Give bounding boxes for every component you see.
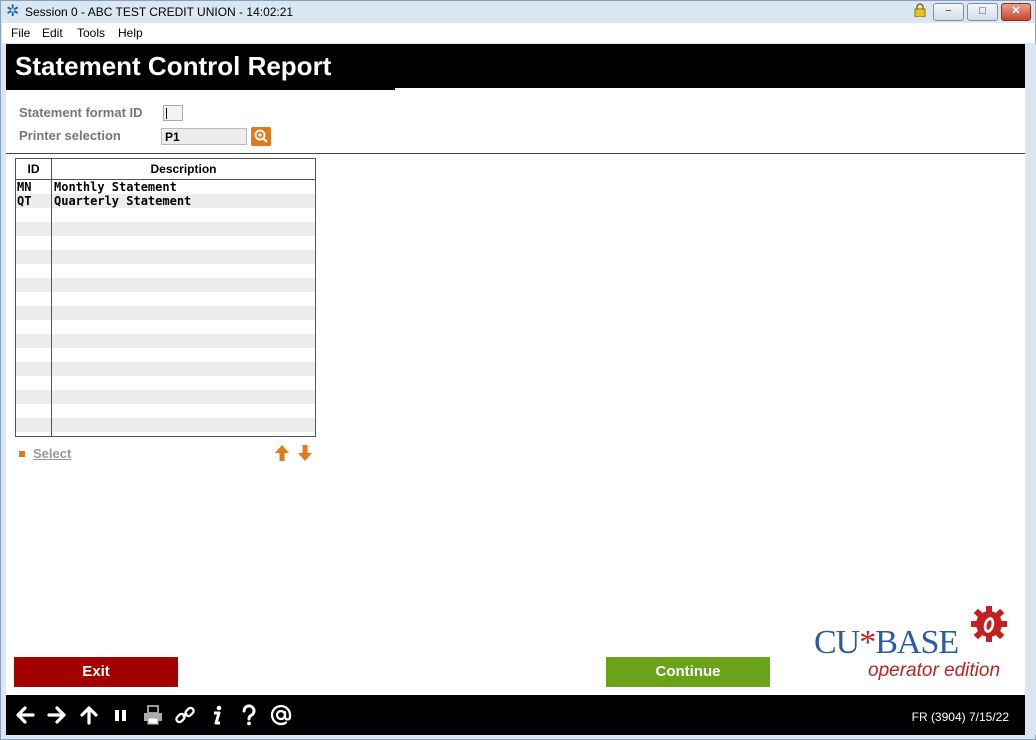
cell-id: QT <box>17 194 32 208</box>
app-window: ✲ Session 0 - ABC TEST CREDIT UNION - 14… <box>0 0 1036 740</box>
menu-help[interactable]: Help <box>118 26 143 40</box>
statement-format-grid[interactable]: ID Description MN Monthly Statement QT Q… <box>15 158 316 437</box>
app-logo-icon: ✲ <box>6 3 20 20</box>
continue-button[interactable]: Continue <box>606 657 770 687</box>
empty-row <box>16 376 315 390</box>
statement-format-label: Statement format ID <box>19 105 143 120</box>
empty-row <box>16 362 315 376</box>
empty-row <box>16 208 315 222</box>
empty-row <box>16 250 315 264</box>
back-icon[interactable] <box>13 703 37 727</box>
cell-description: Monthly Statement <box>54 180 177 194</box>
table-row[interactable]: QT Quarterly Statement <box>16 194 315 208</box>
empty-row <box>16 348 315 362</box>
menu-tools[interactable]: Tools <box>77 26 105 40</box>
empty-row <box>16 236 315 250</box>
title-bar: ✲ Session 0 - ABC TEST CREDIT UNION - 14… <box>1 1 1035 23</box>
minimize-button[interactable]: − <box>933 3 964 21</box>
empty-row <box>16 334 315 348</box>
bullet-icon <box>19 450 25 457</box>
close-button[interactable]: ✕ <box>1001 3 1031 21</box>
link-icon[interactable] <box>173 703 197 727</box>
pause-icon[interactable] <box>109 703 133 727</box>
select-option[interactable]: Select <box>19 446 71 461</box>
empty-row <box>16 292 315 306</box>
exit-button[interactable]: Exit <box>14 657 178 687</box>
logo-tagline: operator edition <box>868 660 1001 681</box>
statement-format-input[interactable] <box>163 105 183 121</box>
print-icon[interactable] <box>141 703 165 727</box>
main-content: Statement Control Report Statement forma… <box>6 44 1025 695</box>
column-header-id[interactable]: ID <box>16 159 51 179</box>
page-header: Statement Control Report <box>6 44 1025 90</box>
cubase-logo: CU*BASE operator edition <box>814 604 1014 684</box>
lookup-search-icon[interactable] <box>251 127 271 146</box>
section-divider <box>6 153 1025 154</box>
window-edge <box>1026 44 1036 735</box>
empty-row <box>16 390 315 404</box>
help-icon[interactable] <box>237 703 261 727</box>
grid-header: ID Description <box>16 159 315 180</box>
empty-row <box>16 320 315 334</box>
empty-row <box>16 264 315 278</box>
empty-row <box>16 418 315 432</box>
page-title: Statement Control Report <box>15 51 332 81</box>
cell-description: Quarterly Statement <box>54 194 192 208</box>
column-header-description[interactable]: Description <box>52 159 315 179</box>
printer-selection-input[interactable]: P1 <box>161 128 247 145</box>
select-label: Select <box>33 446 72 461</box>
forward-icon[interactable] <box>45 703 69 727</box>
menu-bar: File Edit Tools Help <box>2 23 1035 43</box>
table-row[interactable]: MN Monthly Statement <box>16 180 315 194</box>
empty-row <box>16 222 315 236</box>
footer-toolbar: FR (3904) 7/15/22 <box>6 695 1025 735</box>
maximize-button[interactable]: □ <box>967 3 998 21</box>
up-icon[interactable] <box>77 703 101 727</box>
status-text: FR (3904) 7/15/22 <box>911 710 1009 724</box>
header-edge <box>395 88 1025 90</box>
column-divider-overlay <box>51 159 52 436</box>
empty-row <box>16 278 315 292</box>
window-title: Session 0 - ABC TEST CREDIT UNION - 14:0… <box>25 5 294 19</box>
menu-file[interactable]: File <box>11 26 30 40</box>
lock-icon <box>914 3 926 17</box>
at-icon[interactable] <box>269 703 293 727</box>
info-icon[interactable] <box>205 703 229 727</box>
gear-icon <box>971 606 1007 642</box>
scroll-down-arrow-icon[interactable] <box>297 444 313 462</box>
menu-edit[interactable]: Edit <box>42 26 63 40</box>
printer-selection-label: Printer selection <box>19 128 121 143</box>
empty-row <box>16 404 315 418</box>
cell-id: MN <box>17 180 32 194</box>
logo-wordmark: CU*BASE <box>814 624 959 661</box>
empty-row <box>16 306 315 320</box>
scroll-up-arrow-icon[interactable] <box>274 444 290 462</box>
